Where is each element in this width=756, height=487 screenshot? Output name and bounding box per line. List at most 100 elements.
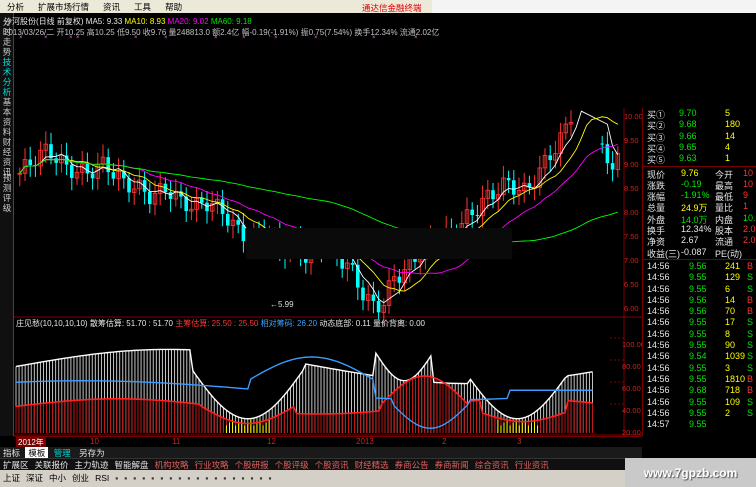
tick-time: 14:56	[647, 317, 670, 328]
status-index[interactable]: 深证	[23, 470, 46, 487]
menu-item-news[interactable]: 资讯	[96, 1, 127, 13]
status-index[interactable]: 创业	[69, 470, 92, 487]
status-icon[interactable]: ▪	[184, 470, 193, 487]
status-icon[interactable]: ▪	[266, 470, 275, 487]
tab-fundamentals[interactable]: 基本资料	[2, 97, 12, 137]
stock-name: 沙河股份(日线 前复权)	[4, 17, 84, 26]
tick-time: 14:56	[647, 385, 670, 396]
candle-body-down	[470, 209, 474, 216]
tick-price: 9.55	[689, 317, 707, 328]
price-tick: 6.00	[624, 304, 639, 313]
status-index[interactable]: 中小	[46, 470, 69, 487]
tick-side: B	[747, 294, 754, 305]
status-icon[interactable]: ▪	[121, 470, 130, 487]
tick-price: 9.55	[689, 272, 707, 283]
quote-panel: 买① 9.70 5 买② 9.68 180 买③ 9.66 14 买④ 9.65 4 买⑤ 9.63 1 现价…	[642, 108, 756, 436]
tick-price: 9.56	[689, 306, 707, 317]
tab-technical-analysis[interactable]: 技术分析	[2, 57, 12, 97]
tick-row: 14:56 9.55 129 S	[643, 272, 756, 283]
tick-time: 14:56	[647, 351, 670, 362]
status-icon[interactable]: ▪	[193, 470, 202, 487]
status-icon[interactable]: ▪	[130, 470, 139, 487]
menu-item-tools[interactable]: 工具	[127, 1, 158, 13]
indicator-tab-bar: 指标 模板 管理 另存为	[0, 447, 642, 459]
menu-item-analysis[interactable]: 分析	[0, 1, 31, 13]
status-icon[interactable]: ▪	[139, 470, 148, 487]
date-tick: 2013	[356, 437, 374, 446]
candle-body-down	[111, 172, 116, 179]
tick-price: 9.54	[689, 351, 707, 362]
bid-volume: 5	[725, 108, 731, 118]
status-icon[interactable]: ▪	[220, 470, 229, 487]
tick-row: 14:56 9.55 109 S	[643, 397, 756, 408]
candle-body-down	[168, 192, 173, 199]
bid-row: 买③ 9.66 14	[643, 130, 756, 143]
candle-body-down	[241, 224, 246, 242]
candle-body-down	[600, 143, 604, 145]
relative-chips: 相对筹码: 26.20	[260, 319, 318, 328]
price-tick: 7.50	[624, 232, 639, 241]
tick-row: 14:56 9.54 1039 S	[643, 351, 756, 362]
status-icon[interactable]: ▪	[256, 470, 265, 487]
tick-volume: 17	[725, 317, 736, 328]
candle-body-down	[236, 220, 240, 225]
ind-tick: 60.00	[622, 384, 641, 393]
kline-chart[interactable]: × × × × × × × × × × × ×	[14, 13, 642, 436]
tab-finance-news[interactable]: 财经资讯	[2, 137, 12, 177]
tick-volume: 6	[725, 283, 731, 294]
tick-price: 9.55	[689, 328, 707, 339]
tick-volume: 1039	[725, 351, 746, 362]
tick-row: 14:56 9.68 718 B	[643, 385, 756, 396]
status-icon[interactable]: ▪	[247, 470, 256, 487]
bid-price: 9.66	[679, 130, 697, 141]
price-tick: 10.00	[624, 112, 643, 121]
menu-item-extended-market[interactable]: 扩展市场行情	[31, 1, 96, 13]
indicator-title[interactable]: 庄见愁(10,10,10,10)	[16, 319, 88, 328]
tick-row: 14:56 9.56 70 B	[643, 306, 756, 317]
status-icon[interactable]: ▪	[112, 470, 121, 487]
candle-body-down	[512, 180, 516, 195]
status-index[interactable]: 上证	[0, 470, 23, 487]
ma20-value: MA20: 9.02	[167, 17, 209, 26]
ma10-line	[19, 116, 619, 292]
stat-label-2: PE(动)	[715, 248, 743, 259]
status-icon[interactable]: ▪	[202, 470, 211, 487]
tick-time: 14:56	[647, 272, 670, 283]
tick-volume: 2	[725, 407, 731, 418]
site-watermark: www.7gpzb.com	[625, 458, 756, 487]
tick-price: 9.55	[689, 362, 707, 373]
bid-label: 买⑤	[647, 155, 666, 166]
tick-volume: 90	[725, 340, 736, 350]
covered-region	[426, 13, 642, 108]
menu-item-help[interactable]: 帮助	[158, 1, 189, 13]
status-icon[interactable]: ▪	[157, 470, 166, 487]
ma5-value: MA5: 9.33	[85, 17, 123, 26]
status-index[interactable]: RSI	[92, 470, 112, 487]
date-tick: 3	[517, 437, 522, 446]
tick-side: S	[747, 362, 754, 373]
tab-forecast-rating[interactable]: 预测评级	[2, 173, 12, 213]
tick-side: S	[747, 317, 754, 328]
tick-row: 14:56 9.56 14 B	[643, 295, 756, 306]
status-icon[interactable]: ▪	[211, 470, 220, 487]
status-icon[interactable]: ▪	[229, 470, 238, 487]
stat-value-2: 9	[743, 190, 749, 201]
price-tick: 7.00	[624, 256, 639, 265]
candle-body-down	[85, 163, 90, 174]
tick-price: 9.55	[689, 340, 707, 350]
status-icon[interactable]: ▪	[148, 470, 157, 487]
dynamic-bottom: 动态底部: 0.11	[319, 319, 371, 328]
tick-side: B	[747, 385, 754, 396]
stat-value: 12.34%	[681, 224, 712, 234]
tick-time: 14:56	[647, 407, 670, 418]
status-icon[interactable]: ▪	[166, 470, 175, 487]
status-bar: 上证 深证 中小 创业 RSI ▪ ▪ ▪ ▪ ▪ ▪ ▪ ▪ ▪ ▪ ▪ ▪ ▪ ▪ ▪ ▪ ▪ ▪	[0, 470, 625, 487]
tick-volume: 718	[725, 385, 741, 396]
status-icon[interactable]: ▪	[238, 470, 247, 487]
tick-price: 9.55	[689, 283, 707, 294]
stat-value: 9.76	[681, 167, 699, 178]
tick-side: S	[747, 396, 754, 407]
date-axis: 2012年 10 11 12 2013 2 3	[14, 436, 642, 448]
status-icon[interactable]: ▪	[175, 470, 184, 487]
tick-volume: 241	[725, 260, 741, 271]
